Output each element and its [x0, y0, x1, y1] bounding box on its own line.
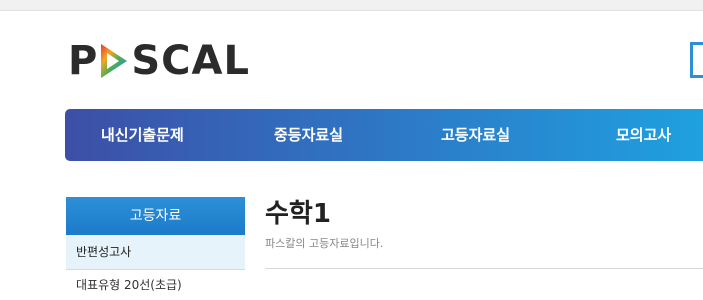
nav-item-high-school[interactable]: 고등자료실 [441, 109, 510, 161]
title-divider [265, 268, 703, 269]
play-triangle-icon [101, 44, 128, 78]
header-search-box[interactable] [690, 42, 703, 78]
page-subtitle: 파스칼의 고등자료입니다. [265, 237, 384, 250]
sidebar-item-placement-test[interactable]: 반편성고사 [66, 235, 245, 270]
main-nav-bar: 내신기출문제 중등자료실 고등자료실 모의고사 [65, 109, 703, 161]
nav-item-school-exams[interactable]: 내신기출문제 [101, 109, 184, 161]
logo-suffix: SCAL [131, 38, 250, 84]
logo-prefix: P [68, 38, 99, 84]
browser-top-strip [0, 0, 703, 11]
page-title: 수학1 [265, 199, 331, 229]
nav-item-middle-school[interactable]: 중등자료실 [274, 109, 343, 161]
sidebar-item-top-20-types[interactable]: 대표유형 20선(초급) [66, 270, 245, 300]
pascal-logo[interactable]: P SCAL [68, 41, 250, 81]
nav-item-mock-exam[interactable]: 모의고사 [616, 109, 671, 161]
sidebar-title: 고등자료 [66, 197, 245, 235]
